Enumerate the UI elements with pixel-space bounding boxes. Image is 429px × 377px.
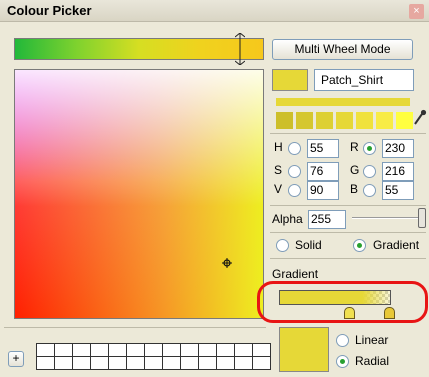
swatch-cell[interactable]	[90, 343, 109, 357]
alpha-slider-track[interactable]	[352, 217, 418, 219]
swatch-cell[interactable]	[234, 356, 253, 370]
swatch-cell[interactable]	[54, 356, 73, 370]
swatch-cell[interactable]	[162, 343, 181, 357]
h-input[interactable]: 55	[307, 139, 339, 158]
hue-slider[interactable]	[14, 38, 264, 60]
palette-swatch[interactable]	[396, 112, 413, 129]
swatch-cell[interactable]	[180, 356, 199, 370]
patch-name-field[interactable]: Patch_Shirt	[314, 69, 414, 91]
s-radio[interactable]	[288, 165, 301, 178]
s-label: S	[274, 163, 283, 177]
swatch-cell[interactable]	[198, 356, 217, 370]
alpha-slider-thumb[interactable]	[418, 208, 426, 228]
swatch-cell[interactable]	[216, 356, 235, 370]
swatch-cell[interactable]	[198, 343, 217, 357]
add-swatch-button[interactable]: +	[8, 351, 24, 367]
color-preview-bar	[276, 98, 410, 106]
gradient-radio[interactable]	[353, 239, 366, 252]
swatch-cell[interactable]	[144, 356, 163, 370]
swatch-cell[interactable]	[72, 356, 91, 370]
radial-label: Radial	[355, 354, 390, 368]
palette-swatch[interactable]	[336, 112, 353, 129]
swatch-cell[interactable]	[126, 343, 145, 357]
b-radio[interactable]	[363, 184, 376, 197]
hue-slider-marker[interactable]	[234, 32, 246, 66]
divider	[4, 327, 266, 328]
linear-radio[interactable]	[336, 334, 349, 347]
h-label: H	[274, 140, 283, 154]
alpha-label: Alpha	[272, 212, 303, 226]
palette-swatch[interactable]	[296, 112, 313, 129]
palette-swatch[interactable]	[356, 112, 373, 129]
color-field[interactable]	[14, 69, 264, 319]
swatch-cell[interactable]	[162, 356, 181, 370]
palette-swatch[interactable]	[276, 112, 293, 129]
swatch-cell[interactable]	[36, 356, 55, 370]
solid-radio[interactable]	[276, 239, 289, 252]
swatch-cell[interactable]	[252, 343, 271, 357]
b-label: B	[350, 182, 359, 196]
g-input[interactable]: 216	[382, 162, 414, 181]
swatch-cell[interactable]	[126, 356, 145, 370]
swatch-cell[interactable]	[54, 343, 73, 357]
divider	[270, 258, 426, 259]
eyedropper-icon[interactable]	[413, 108, 427, 126]
solid-label: Solid	[295, 238, 322, 252]
close-button[interactable]: ×	[409, 4, 424, 19]
swatch-cell[interactable]	[144, 343, 163, 357]
divider	[270, 205, 426, 206]
divider	[270, 133, 426, 134]
crosshair-icon[interactable]	[222, 257, 232, 268]
swatch-cell[interactable]	[90, 356, 109, 370]
swatch-cell[interactable]	[108, 343, 127, 357]
gradient-label: Gradient	[373, 238, 420, 252]
swatch-cell[interactable]	[234, 343, 253, 357]
v-radio[interactable]	[288, 184, 301, 197]
annotation-highlight	[257, 281, 428, 323]
window-title: Colour Picker	[7, 3, 92, 18]
palette-swatch[interactable]	[316, 112, 333, 129]
b-input[interactable]: 55	[382, 181, 414, 200]
s-input[interactable]: 76	[307, 162, 339, 181]
swatch-cell[interactable]	[216, 343, 235, 357]
r-label: R	[350, 140, 359, 154]
swatch-cell[interactable]	[36, 343, 55, 357]
swatch-cell[interactable]	[252, 356, 271, 370]
divider	[270, 232, 426, 233]
swatch-cell[interactable]	[108, 356, 127, 370]
alpha-input[interactable]: 255	[308, 210, 346, 229]
r-input[interactable]: 230	[382, 139, 414, 158]
swatch-cell[interactable]	[180, 343, 199, 357]
current-color-swatch	[272, 69, 308, 91]
g-label: G	[350, 163, 360, 177]
g-radio[interactable]	[363, 165, 376, 178]
linear-label: Linear	[355, 333, 389, 347]
r-radio[interactable]	[363, 142, 376, 155]
palette-swatch[interactable]	[376, 112, 393, 129]
gradient-section-label: Gradient	[272, 267, 319, 281]
swatch-cell[interactable]	[72, 343, 91, 357]
multi-wheel-mode-button[interactable]: Multi Wheel Mode	[272, 39, 413, 60]
v-input[interactable]: 90	[307, 181, 339, 200]
gradient-preview	[279, 327, 329, 372]
h-radio[interactable]	[288, 142, 301, 155]
radial-radio[interactable]	[336, 355, 349, 368]
v-label: V	[274, 182, 283, 196]
